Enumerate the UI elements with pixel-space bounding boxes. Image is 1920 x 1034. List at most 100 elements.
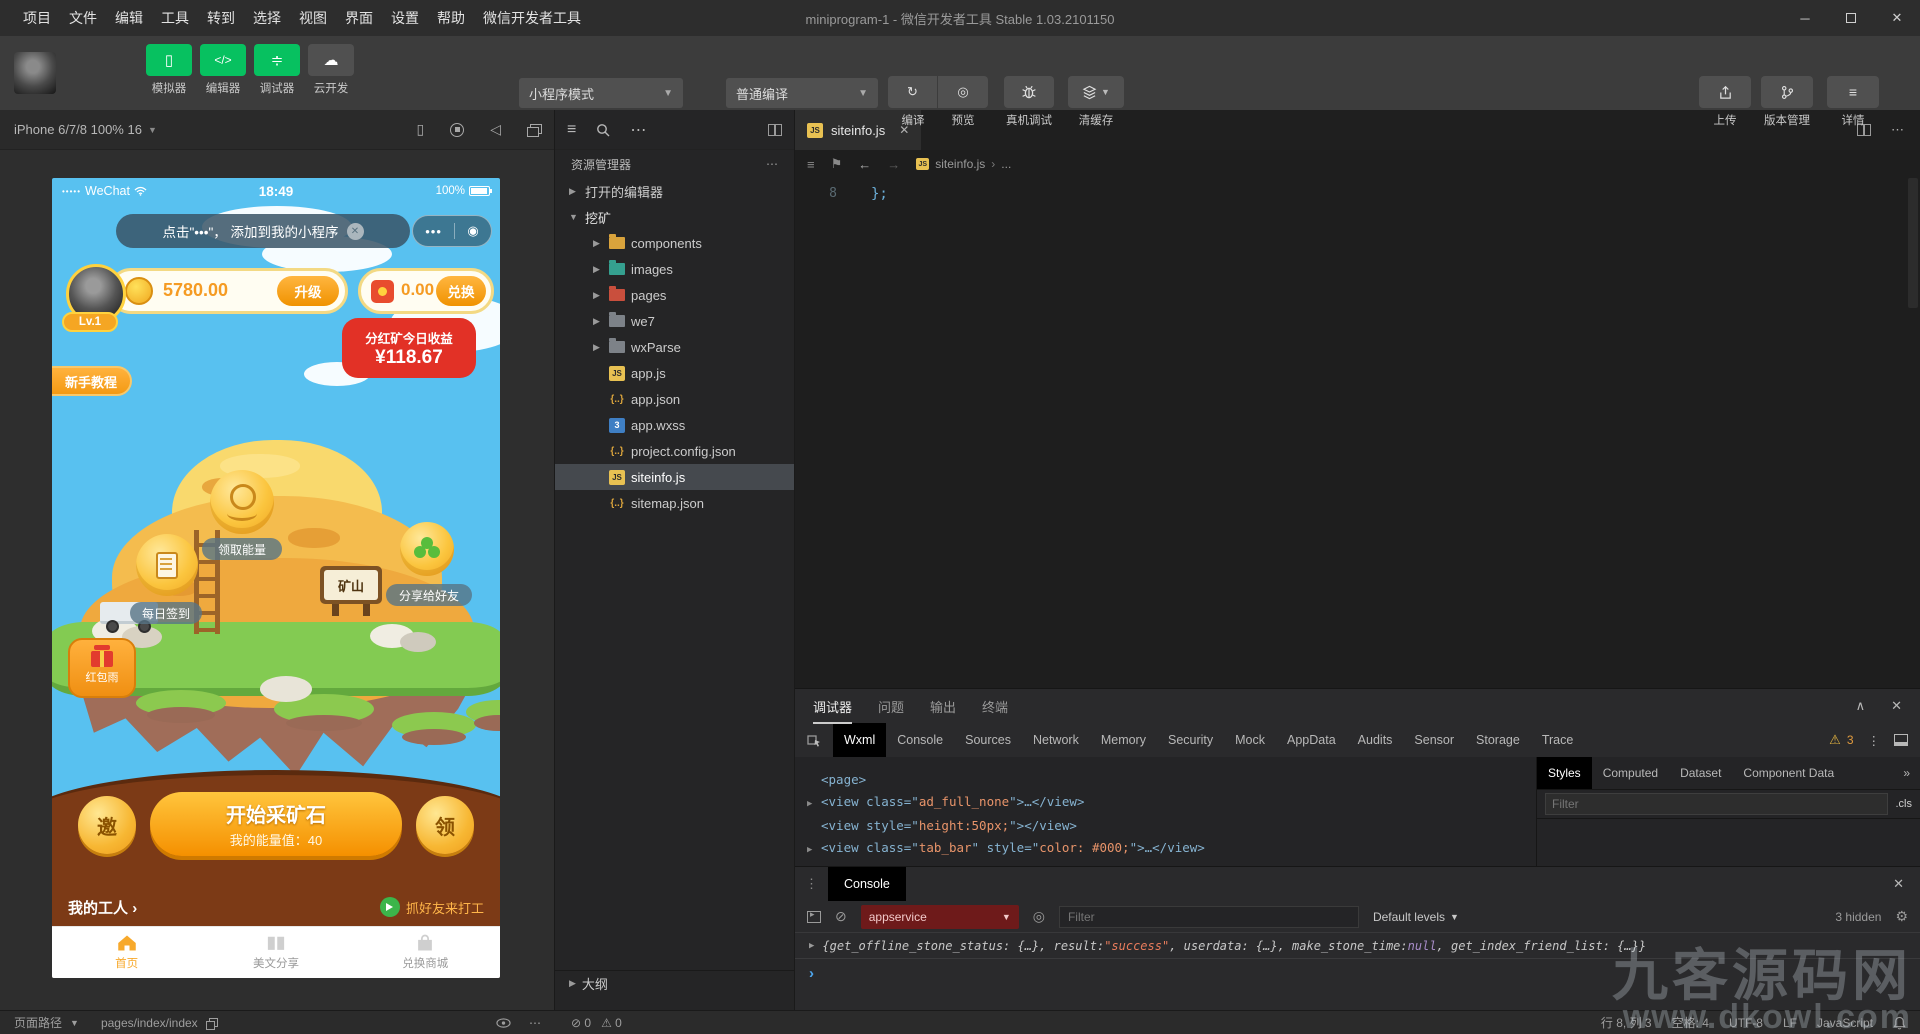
tree-folder-wxparse[interactable]: ▶ wxParse	[555, 334, 794, 360]
page-path-label[interactable]: 页面路径	[14, 1014, 62, 1031]
inspect-icon[interactable]	[795, 733, 833, 747]
styles-filter-input[interactable]	[1545, 793, 1888, 815]
error-indicator[interactable]: ⊘ 0	[571, 1016, 591, 1030]
devtab-trace[interactable]: Trace	[1531, 723, 1585, 757]
collapse-icon[interactable]: ∧	[1856, 698, 1866, 714]
tree-file-project-config[interactable]: {..} project.config.json	[555, 438, 794, 464]
tab-shop[interactable]: 兑换商城	[351, 927, 500, 978]
devtab-console[interactable]: Console	[886, 723, 954, 757]
language-mode[interactable]: JavaScript	[1817, 1016, 1873, 1030]
code-editor[interactable]: 8 };	[795, 178, 1920, 688]
compile-button[interactable]: ↻	[888, 76, 938, 108]
split-editor-icon[interactable]	[768, 123, 782, 136]
menu-tools[interactable]: 工具	[152, 0, 198, 36]
wxml-tree[interactable]: <page> ▶ <view class="ad_full_none">…</vi…	[795, 757, 1536, 867]
bell-icon[interactable]	[1893, 1016, 1906, 1030]
eye-icon[interactable]: ◎	[1033, 908, 1045, 925]
menu-edit[interactable]: 编辑	[106, 0, 152, 36]
eol-setting[interactable]: LF	[1783, 1016, 1797, 1030]
open-editors-section[interactable]: ▶ 打开的编辑器	[555, 178, 794, 204]
bookmark-icon[interactable]: ⚑	[831, 156, 843, 172]
devtab-mock[interactable]: Mock	[1224, 723, 1276, 757]
close-icon[interactable]: ✕	[1893, 876, 1920, 892]
devtab-storage[interactable]: Storage	[1465, 723, 1531, 757]
devtab-network[interactable]: Network	[1022, 723, 1090, 757]
menu-interface[interactable]: 界面	[336, 0, 382, 36]
console-tab[interactable]: Console	[828, 867, 906, 901]
maximize-button[interactable]	[1828, 0, 1874, 36]
my-workers-link[interactable]: 我的工人 ›	[68, 897, 137, 918]
tree-file-app-json[interactable]: {..} app.json	[555, 386, 794, 412]
devtab-wxml[interactable]: Wxml	[833, 723, 887, 757]
tab-home[interactable]: 首页	[52, 927, 201, 978]
breadcrumb[interactable]: JS siteinfo.js › ...	[916, 157, 1011, 171]
user-avatar[interactable]	[14, 52, 56, 94]
search-icon[interactable]	[596, 123, 610, 137]
tree-file-app-wxss[interactable]: 3 app.wxss	[555, 412, 794, 438]
devtab-audits[interactable]: Audits	[1347, 723, 1404, 757]
computed-tab[interactable]: Computed	[1592, 757, 1669, 789]
cursor-position[interactable]: 行 8, 列 3	[1601, 1014, 1652, 1031]
tree-folder-pages[interactable]: ▶ pages	[555, 282, 794, 308]
console-prompt[interactable]: ›	[795, 959, 1920, 987]
tab-output[interactable]: 输出	[930, 697, 956, 716]
tree-folder-we7[interactable]: ▶ we7	[555, 308, 794, 334]
copy-icon[interactable]	[205, 1017, 218, 1030]
context-select[interactable]: appservice ▼	[860, 904, 1019, 929]
remote-debug-button[interactable]: 真机调试	[1004, 76, 1054, 128]
close-button[interactable]: ✕	[1874, 0, 1920, 36]
close-icon[interactable]: ✕	[346, 222, 364, 240]
console-log-entry[interactable]: ▶ {get_offline_stone_status: {…}, result…	[795, 933, 1920, 959]
tab-articles[interactable]: 美文分享	[201, 927, 350, 978]
back-arrow-icon[interactable]: ←	[858, 157, 871, 172]
editor-toggle[interactable]: </> 编辑器	[199, 44, 247, 96]
tree-file-sitemap-json[interactable]: {..} sitemap.json	[555, 490, 794, 516]
gear-icon[interactable]: ⚙	[1895, 908, 1908, 925]
rotate-device-icon[interactable]: ▯	[417, 121, 425, 138]
catch-friends-link[interactable]: 抓好友来打工	[379, 897, 484, 917]
tree-file-app-js[interactable]: JS app.js	[555, 360, 794, 386]
dataset-tab[interactable]: Dataset	[1669, 757, 1732, 789]
log-levels-select[interactable]: Default levels ▼	[1373, 910, 1459, 924]
more-horizontal-icon[interactable]: ⋯	[630, 120, 646, 140]
record-icon[interactable]	[450, 122, 465, 137]
more-menu-button[interactable]: •••	[425, 224, 442, 239]
minimize-button[interactable]: ─	[1782, 0, 1828, 36]
dock-icon[interactable]	[1894, 734, 1908, 746]
upgrade-button[interactable]: 升级	[277, 276, 339, 306]
invite-button[interactable]: 邀	[78, 796, 136, 854]
tree-file-siteinfo-js[interactable]: JS siteinfo.js	[555, 464, 794, 490]
more-horizontal-icon[interactable]: ⋯	[766, 157, 778, 171]
menu-select[interactable]: 选择	[244, 0, 290, 36]
more-horizontal-icon[interactable]: ⋯	[529, 1016, 541, 1030]
warning-icon[interactable]: ⚠	[1829, 732, 1841, 748]
list-icon[interactable]: ≡	[567, 121, 576, 139]
menu-goto[interactable]: 转到	[198, 0, 244, 36]
debugger-toggle[interactable]: ≑ 调试器	[253, 44, 301, 96]
clear-cache-button[interactable]: ▼ 清缓存	[1068, 76, 1124, 128]
drag-handle-icon[interactable]: ⋮	[795, 876, 828, 892]
indent-setting[interactable]: 空格: 4	[1672, 1014, 1709, 1031]
close-miniprogram-button[interactable]: ◉	[467, 223, 478, 239]
console-filter-input[interactable]	[1058, 905, 1359, 928]
start-mining-button[interactable]: 开始采矿石 我的能量值：40	[150, 792, 402, 856]
devtab-sensor[interactable]: Sensor	[1403, 723, 1465, 757]
project-root[interactable]: ▼ 挖矿	[555, 204, 794, 230]
version-control-button[interactable]: 版本管理	[1755, 76, 1819, 128]
list-icon[interactable]: ≡	[807, 157, 815, 172]
clear-console-icon[interactable]: ⊘	[835, 908, 847, 925]
mute-icon[interactable]: ◁	[490, 121, 501, 138]
component-data-tab[interactable]: Component Data	[1732, 757, 1845, 789]
more-vertical-icon[interactable]: ⋮	[1868, 733, 1881, 748]
cls-button[interactable]: .cls	[1896, 798, 1913, 810]
tab-terminal[interactable]: 终端	[982, 697, 1008, 716]
styles-tab[interactable]: Styles	[1537, 757, 1592, 789]
more-horizontal-icon[interactable]: ⋯	[1891, 122, 1904, 138]
devtab-sources[interactable]: Sources	[954, 723, 1022, 757]
dividend-badge[interactable]: 分红矿今日收益 ¥118.67	[342, 318, 476, 378]
tree-folder-images[interactable]: ▶ images	[555, 256, 794, 282]
tutorial-button[interactable]: 新手教程	[52, 366, 132, 396]
encoding[interactable]: UTF-8	[1729, 1016, 1763, 1030]
collect-energy-button[interactable]	[210, 470, 274, 534]
details-button[interactable]: ≡ 详情	[1827, 76, 1879, 128]
